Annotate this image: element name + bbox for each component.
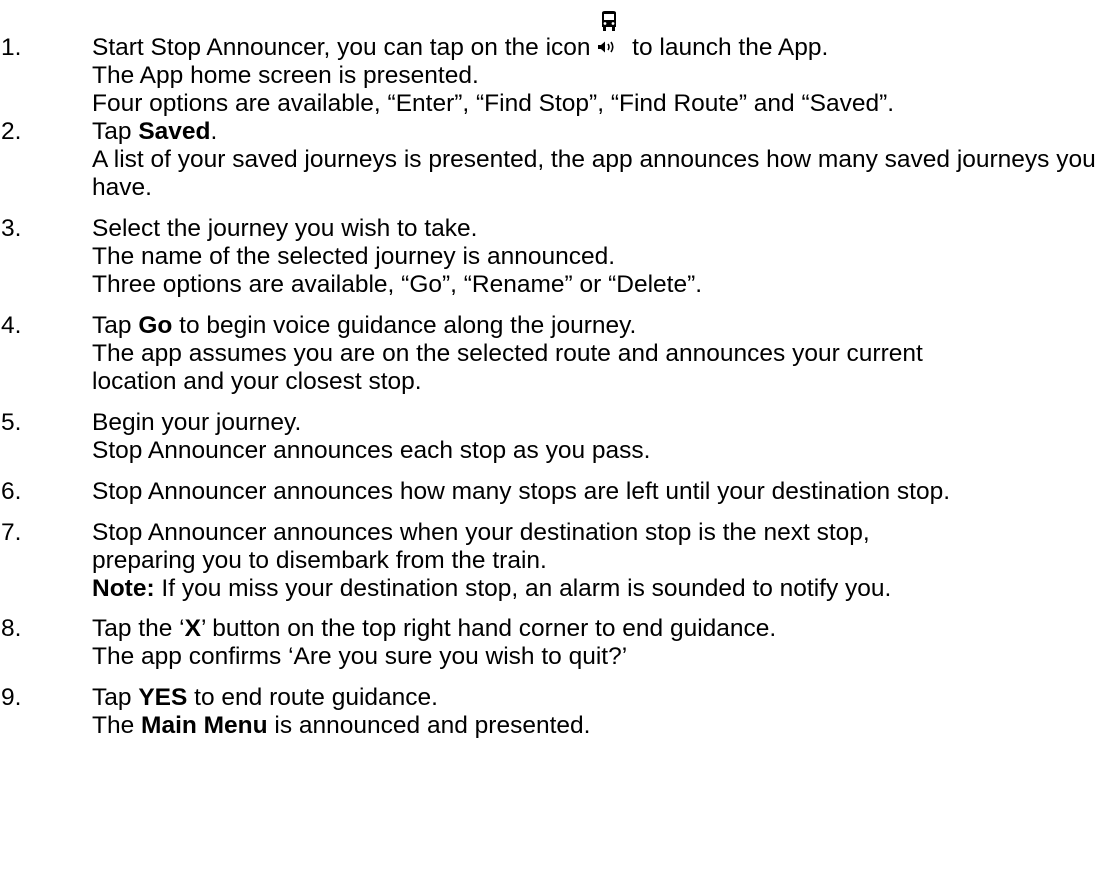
step-line: Tap Saved. [92, 118, 218, 145]
step-line: Tap Go to begin voice guidance along the… [92, 312, 637, 339]
step-body: Begin your journey. Stop Announcer annou… [92, 409, 1120, 465]
step-line: Stop Announcer announces how many stops … [92, 478, 951, 505]
step-line: Stop Announcer announces when your desti… [92, 519, 870, 574]
step-body: Tap Saved. A list of your saved journeys… [92, 118, 1120, 202]
step-line: Tap the ‘X’ button on the top right hand… [92, 615, 777, 642]
bus-speaker-icon [597, 11, 621, 62]
step-body: Tap Go to begin voice guidance along the… [92, 312, 1120, 396]
step-line: Three options are available, “Go”, “Rena… [92, 271, 703, 298]
step-number: 3. [1, 215, 22, 242]
step-number: 5. [1, 409, 22, 436]
step-body: Stop Announcer announces how many stops … [92, 478, 1120, 506]
bus-icon [602, 11, 617, 31]
step-line: The name of the selected journey is anno… [92, 243, 616, 270]
step-line: Select the journey you wish to take. [92, 215, 478, 242]
step-body: Select the journey you wish to take. The… [92, 215, 1120, 299]
step-line: Stop Announcer announces each stop as yo… [92, 437, 651, 464]
step-note: Note: If you miss your destination stop,… [92, 575, 892, 602]
step-line: A list of your saved journeys is present… [92, 146, 1096, 201]
step-line: Begin your journey. [92, 409, 302, 436]
step-line: The app assumes you are on the selected … [92, 340, 923, 395]
step-number: 8. [1, 615, 22, 642]
step-body: Tap YES to end route guidance. The Main … [92, 684, 1120, 740]
step-number: 2. [1, 118, 22, 145]
step-body: Start Stop Announcer, you can tap on the… [92, 11, 1120, 118]
step-line: Tap YES to end route guidance. [92, 684, 438, 711]
step-body: Stop Announcer announces when your desti… [92, 519, 1120, 603]
step-number: 6. [1, 478, 22, 505]
step-line: The App home screen is presented. [92, 62, 479, 89]
step-number: 7. [1, 519, 22, 546]
step-number: 1. [1, 34, 22, 61]
step-line: Four options are available, “Enter”, “Fi… [92, 90, 895, 117]
step-line: Start Stop Announcer, you can tap on the… [92, 11, 1120, 62]
step-number: 4. [1, 312, 22, 339]
speaker-icon [598, 41, 614, 53]
step-line: The Main Menu is announced and presented… [92, 712, 591, 739]
step-number: 9. [1, 684, 22, 711]
step-body: Tap the ‘X’ button on the top right hand… [92, 615, 1120, 671]
step-line: The app confirms ‘Are you sure you wish … [92, 643, 628, 670]
